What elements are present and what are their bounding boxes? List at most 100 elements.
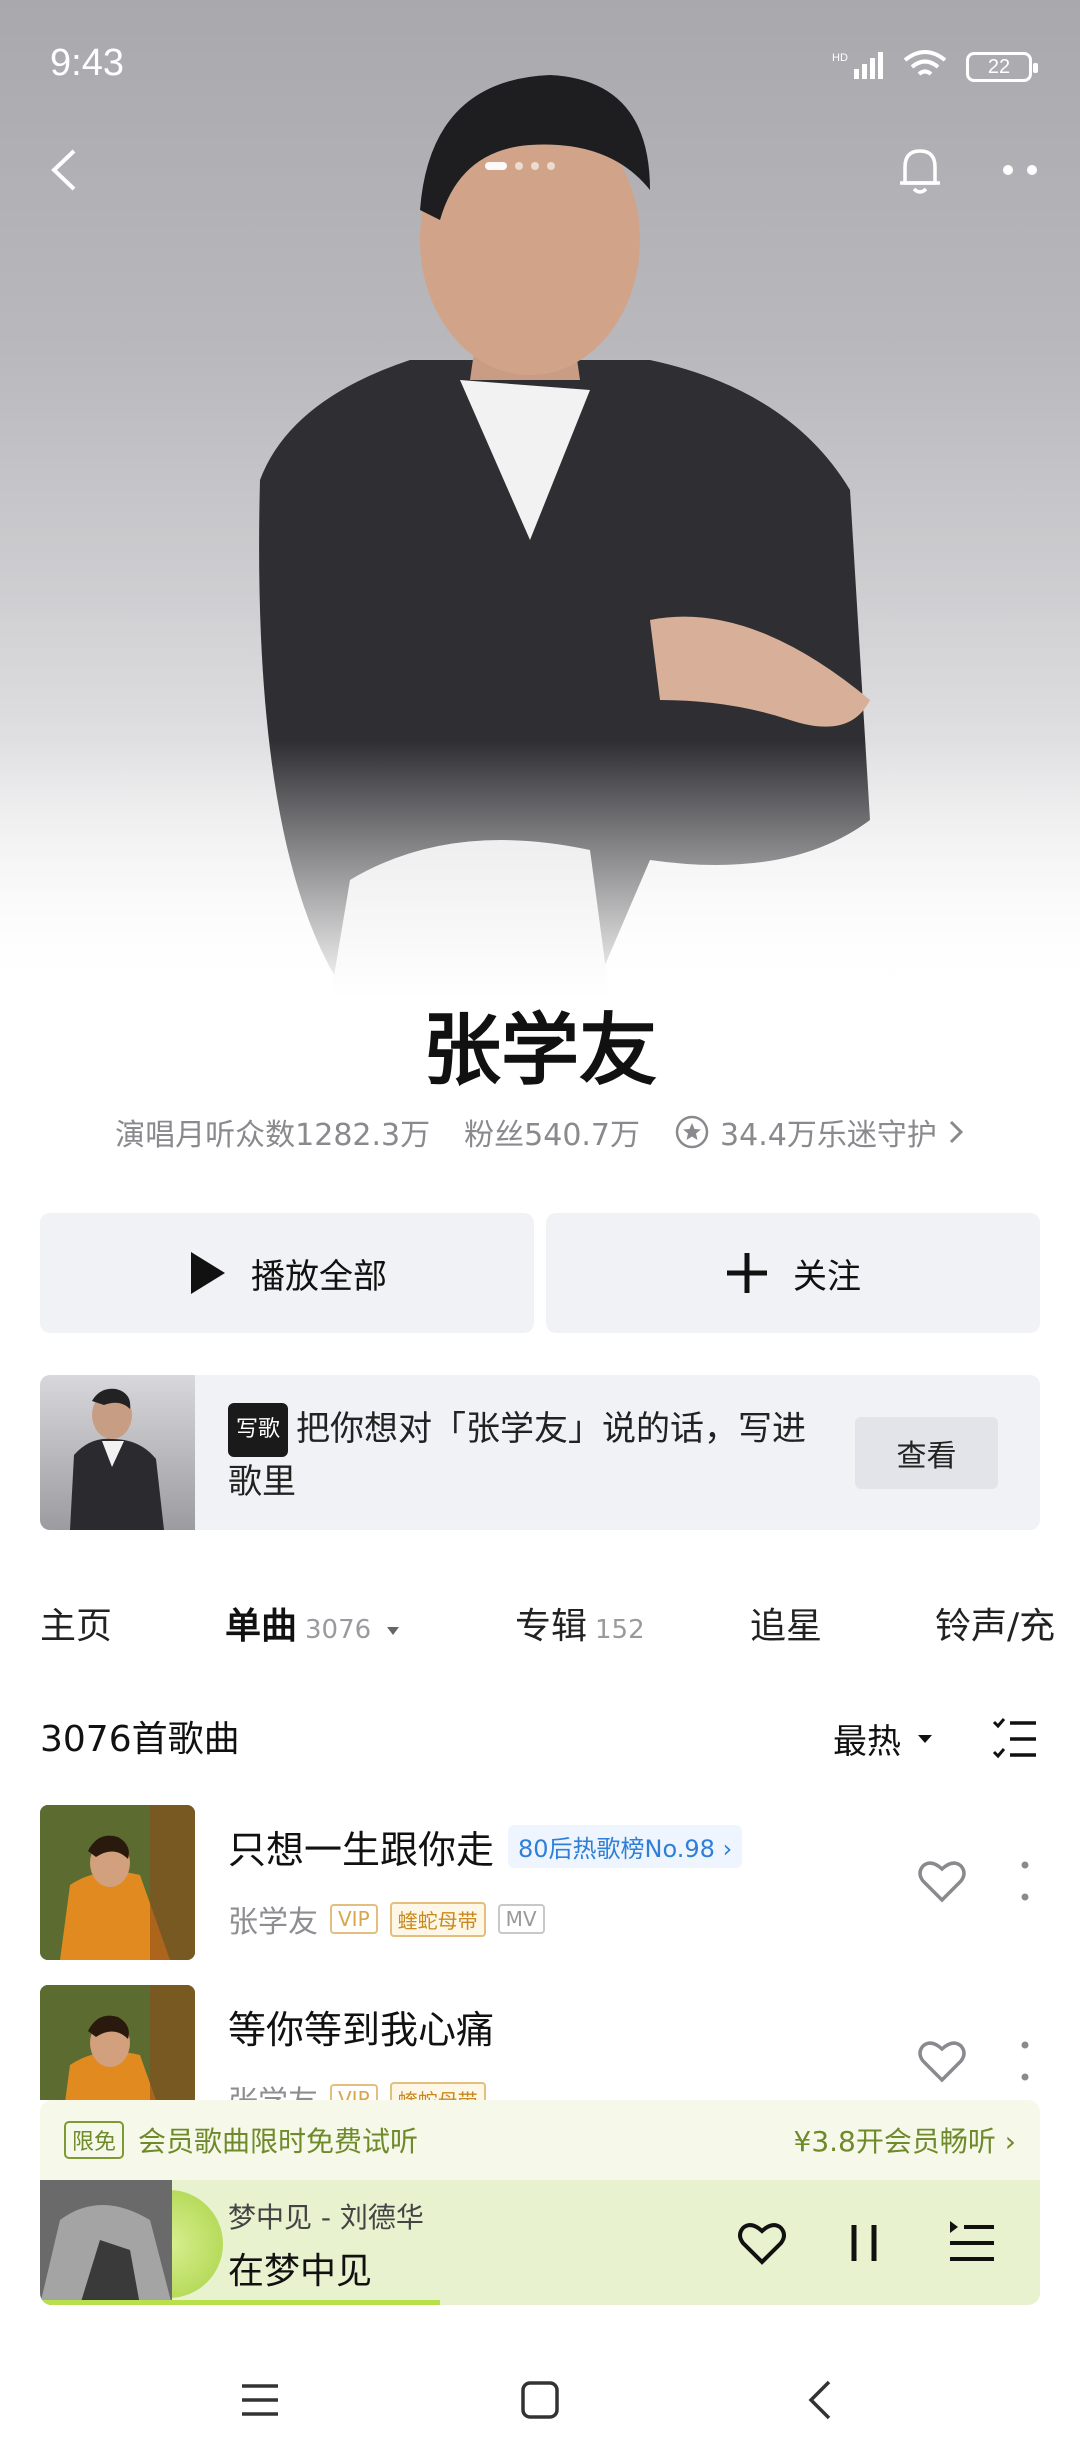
more-dots-icon: [1003, 165, 1037, 175]
song-meta: 张学友 VIP 蝰蛇母带 MV: [228, 1897, 545, 1941]
tab-ringtones[interactable]: 铃声/充: [935, 1597, 1055, 1649]
song-more-button[interactable]: [1010, 1853, 1040, 1909]
mini-player[interactable]: 梦中见 - 刘德华 在梦中见: [40, 2180, 1040, 2305]
tab-label: 铃声/充: [935, 1606, 1056, 1647]
tab-home[interactable]: 主页: [40, 1597, 225, 1649]
mv-badge[interactable]: MV: [497, 1904, 545, 1934]
playlist-icon: [950, 2221, 994, 2261]
follow-label: 关注: [793, 1256, 861, 1297]
hero-fade: [0, 740, 1080, 1000]
song-title: 等你等到我心痛: [228, 2008, 495, 2052]
song-title-row: 只想一生跟你走 80后热歌榜No.98 ›: [228, 1819, 743, 1874]
play-all-label: 播放全部: [251, 1256, 387, 1297]
home-nav-button[interactable]: [510, 2370, 570, 2430]
fans-count: 粉丝540.7万: [464, 1118, 641, 1153]
master-tape-badge: 蝰蛇母带: [389, 2081, 486, 2100]
signal-icon: HD: [832, 49, 884, 85]
song-artist: 张学友: [228, 1905, 318, 1940]
sort-label: 最热: [833, 1722, 901, 1762]
back-button[interactable]: [24, 130, 104, 210]
open-vip-link[interactable]: ¥3.8开会员畅听 ›: [794, 2120, 1016, 2160]
status-bar: 9:43 HD 22: [0, 0, 1080, 130]
artist-stats: 演唱月听众数1282.3万 粉丝540.7万 34.4万乐迷守护: [0, 1110, 1080, 1154]
now-playing-title: 在梦中见: [228, 2251, 373, 2292]
master-tape-badge: 蝰蛇母带: [389, 1901, 486, 1937]
kebab-icon: [1021, 1861, 1029, 1901]
limited-free-tag: 限免: [64, 2121, 125, 2159]
banner-message: 把你想对「张学友」说的话，写进歌里: [228, 1409, 807, 1502]
battery-level: 22: [987, 55, 1011, 78]
heart-icon: [738, 2223, 786, 2265]
song-row[interactable]: 等你等到我心痛 张学友 VIP 蝰蛇母带: [40, 1985, 1040, 2100]
open-vip-label: ¥3.8开会员畅听: [793, 2125, 996, 2158]
pause-button[interactable]: [836, 2215, 892, 2271]
photo-pager: [485, 162, 555, 170]
fan-guardians-link[interactable]: 34.4万乐迷守护: [674, 1110, 965, 1154]
artist-name: 张学友: [422, 1006, 657, 1096]
monthly-listeners: 演唱月听众数1282.3万: [115, 1118, 431, 1153]
back-nav-button[interactable]: [790, 2370, 850, 2430]
playlist-button[interactable]: [944, 2215, 1000, 2271]
song-cover: [40, 1985, 195, 2100]
song-count: 3076首歌曲: [40, 1719, 240, 1760]
mini-like-button[interactable]: [734, 2215, 790, 2271]
artist-tabs: 主页 单曲 3076 专辑 152 追星 铃声/充: [40, 1588, 1080, 1658]
plus-icon: [727, 1253, 767, 1293]
sort-button[interactable]: 最热: [833, 1714, 935, 1763]
tab-fan-star[interactable]: 追星: [750, 1597, 935, 1649]
like-button[interactable]: [914, 1853, 970, 1909]
play-all-button[interactable]: 播放全部: [40, 1213, 534, 1333]
action-buttons: 播放全部 关注: [40, 1213, 1040, 1333]
tab-count: 152: [595, 1615, 645, 1645]
pager-dot: [531, 162, 539, 170]
network-label: HD: [832, 52, 848, 64]
song-meta: 张学友 VIP 蝰蛇母带: [228, 2077, 486, 2100]
pager-dot: [547, 162, 555, 170]
playback-progress: [40, 2300, 440, 2305]
now-playing-subtitle: 梦中见 - 刘德华: [228, 2201, 424, 2234]
multi-select-button[interactable]: [990, 1714, 1040, 1764]
tab-label: 追星: [750, 1606, 823, 1647]
top-bar: [0, 130, 1080, 220]
vip-badge: VIP: [330, 2084, 378, 2100]
menu-nav-button[interactable]: [230, 2370, 290, 2430]
more-button[interactable]: [980, 130, 1060, 210]
like-button[interactable]: [914, 2033, 970, 2089]
bell-icon: [900, 149, 940, 194]
now-playing-cover: [40, 2180, 172, 2305]
menu-icon: [242, 2384, 278, 2416]
system-nav-bar: [0, 2340, 1080, 2460]
fan-guardians-count: 34.4万乐迷守护: [720, 1118, 937, 1153]
write-song-tag: 写歌: [228, 1403, 289, 1457]
follow-button[interactable]: 关注: [546, 1213, 1040, 1333]
notification-button[interactable]: [880, 130, 960, 210]
heart-icon: [918, 1861, 966, 1903]
heart-icon: [918, 2041, 966, 2083]
pager-dot: [515, 162, 523, 170]
status-icons: HD 22: [832, 48, 1038, 86]
list-check-icon: [992, 1718, 1036, 1759]
chart-rank-badge[interactable]: 80后热歌榜No.98 ›: [508, 1825, 743, 1868]
tab-albums[interactable]: 专辑 152: [515, 1597, 750, 1649]
song-list-header: 3076首歌曲 最热: [40, 1710, 1040, 1770]
view-button[interactable]: 查看: [855, 1417, 998, 1489]
battery-icon: 22: [966, 52, 1038, 82]
banner-text: 写歌 把你想对「张学友」说的话，写进歌里: [228, 1403, 808, 1507]
free-trial-bar[interactable]: 限免 会员歌曲限时免费试听 ¥3.8开会员畅听 ›: [40, 2100, 1040, 2180]
song-row[interactable]: 只想一生跟你走 80后热歌榜No.98 › 张学友 VIP 蝰蛇母带 MV: [40, 1805, 1040, 1960]
wifi-icon: [902, 48, 948, 86]
kebab-icon: [1021, 2041, 1029, 2081]
song-title-row: 等你等到我心痛: [228, 1999, 494, 2054]
song-artist: 张学友: [228, 2077, 318, 2100]
song-more-button[interactable]: [1010, 2033, 1040, 2089]
caret-down-icon: [918, 1734, 932, 1743]
vip-badge: VIP: [330, 1904, 378, 1934]
status-time: 9:43: [50, 42, 124, 84]
chevron-left-icon: [808, 2380, 831, 2420]
write-song-banner[interactable]: 写歌 把你想对「张学友」说的话，写进歌里 查看: [40, 1375, 1040, 1530]
caret-down-icon: [387, 1627, 400, 1635]
square-home-icon: [521, 2381, 559, 2419]
song-title: 只想一生跟你走: [228, 1828, 495, 1872]
play-icon: [191, 1252, 225, 1294]
tab-songs[interactable]: 单曲 3076: [225, 1597, 515, 1649]
